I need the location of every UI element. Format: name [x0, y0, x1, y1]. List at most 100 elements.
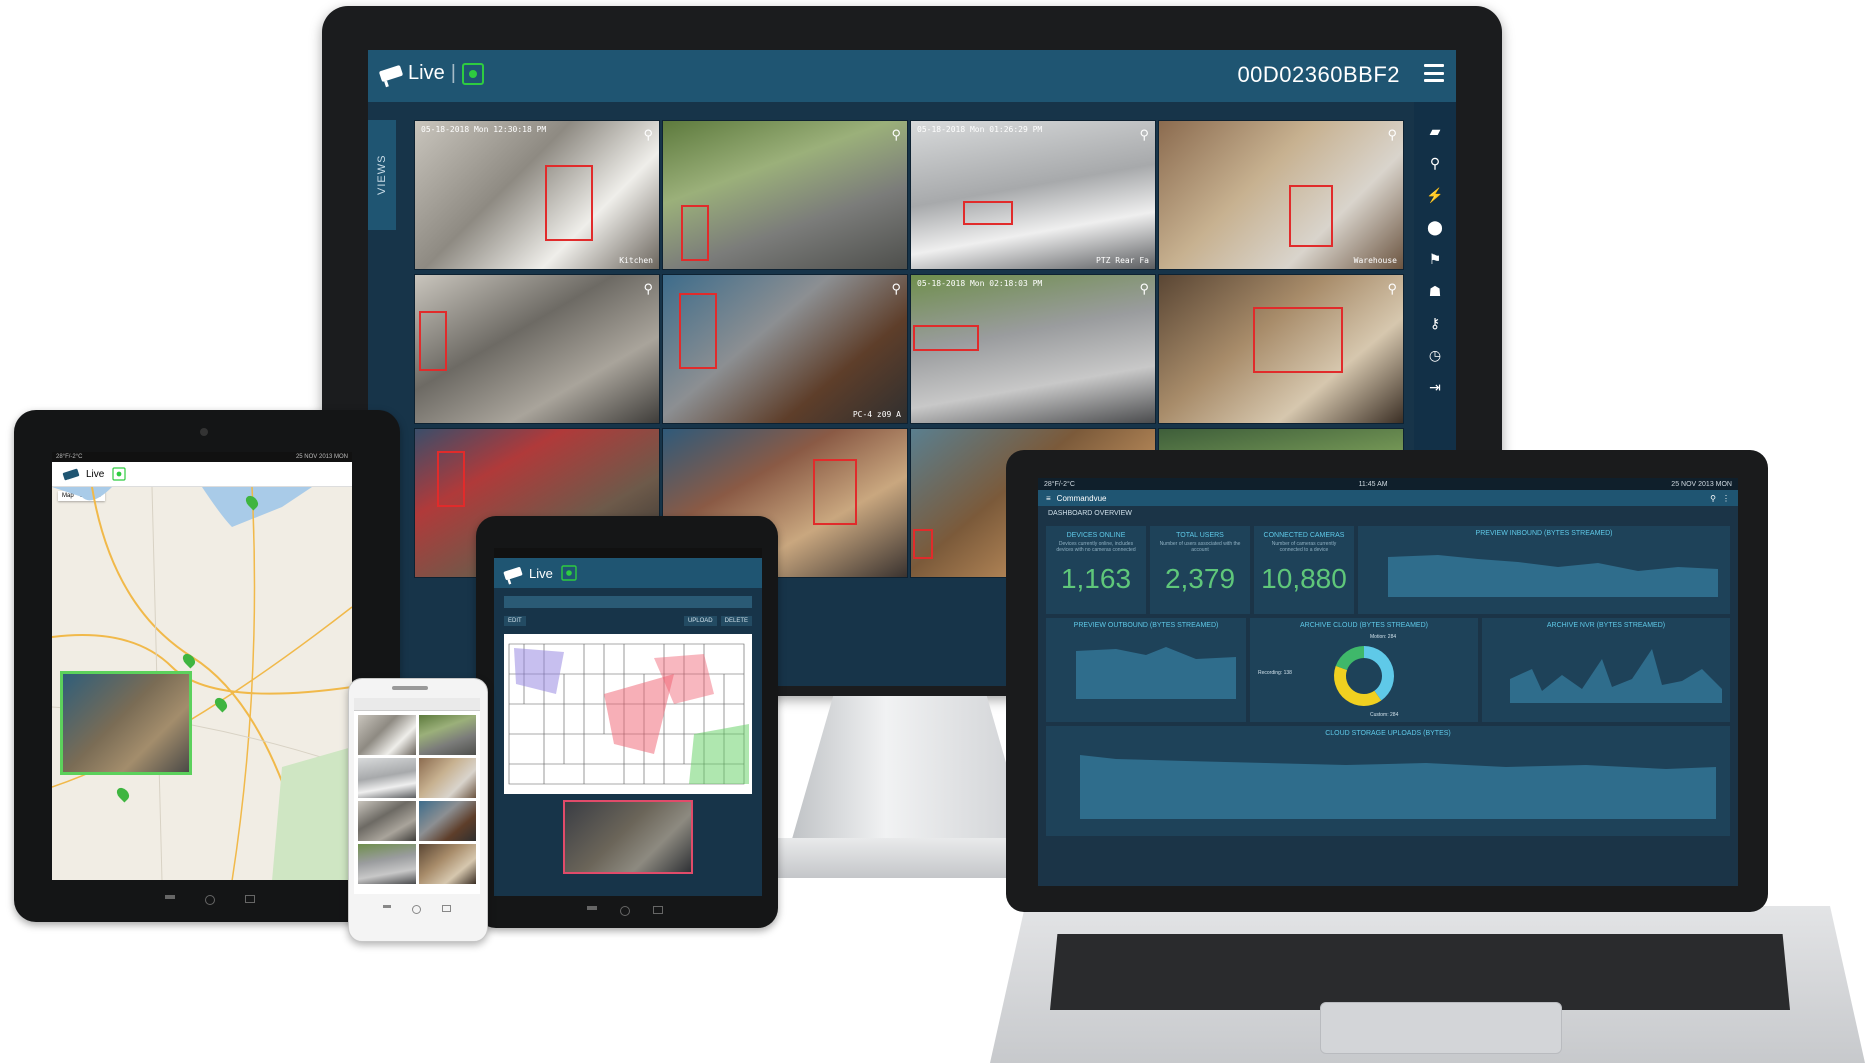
clock-icon[interactable]: ◷ — [1424, 344, 1446, 366]
camera-icon — [378, 64, 404, 83]
user-icon[interactable]: ☗ — [1424, 280, 1446, 302]
tablet-camera — [200, 428, 208, 436]
camera-tile[interactable]: ⚲ PC-4 z09 A — [662, 274, 908, 424]
recents-icon[interactable] — [245, 895, 255, 903]
camera-tile[interactable]: ⚲ 05-18-2018 Mon 12:30:18 PM Kitchen — [414, 120, 660, 270]
laptop-touchpad — [1320, 1002, 1562, 1054]
search-icon[interactable]: ⚲ — [1710, 494, 1716, 503]
phone-camera-tile[interactable] — [358, 801, 416, 841]
zoom-icon[interactable]: ⚲ — [1387, 127, 1397, 143]
chart-title: PREVIEW OUTBOUND (BYTES STREAMED) — [1073, 622, 1219, 629]
status-bar — [494, 548, 762, 558]
focus-icon — [112, 467, 126, 481]
lightning-icon[interactable]: ⚡ — [1424, 184, 1446, 206]
home-icon[interactable] — [619, 906, 630, 916]
phone-camera-tile[interactable] — [358, 758, 416, 798]
camera-tile[interactable]: ⚲ — [414, 274, 660, 424]
map-view[interactable]: Map Satellite — [52, 487, 352, 880]
delete-button[interactable]: DELETE — [720, 616, 752, 626]
phone-camera-tile[interactable] — [418, 844, 476, 884]
home-icon[interactable] — [205, 895, 215, 905]
back-icon[interactable] — [586, 906, 597, 910]
hamburger-menu-icon[interactable] — [1424, 64, 1444, 82]
camera-preview-popup[interactable] — [563, 800, 693, 874]
app-name: Live — [408, 62, 445, 84]
app-header: Live | 00D02360BBF2 — [368, 50, 1456, 102]
detection-box — [913, 325, 979, 351]
phone-app-header — [354, 698, 480, 711]
donut-segment-custom — [1334, 665, 1382, 706]
phone-camera-tile[interactable] — [358, 844, 416, 884]
donut-segment-recording — [1335, 646, 1364, 670]
status-bar: 28°F/-2°C 25 NOV 2013 MON — [52, 452, 352, 462]
map-pin-icon[interactable]: ⬤ — [1424, 216, 1446, 238]
area-chart — [1510, 649, 1722, 703]
chart-archive-cloud: ARCHIVE CLOUD (BYTES STREAMED) Motion: 2… — [1250, 618, 1478, 722]
map-app-header: Live — [52, 462, 352, 487]
device-id: 00D02360BBF2 — [1237, 62, 1400, 87]
phone-camera-tile[interactable] — [418, 715, 476, 755]
zoom-icon[interactable]: ⚲ — [1387, 281, 1397, 297]
phone-camera-tile[interactable] — [358, 715, 416, 755]
upload-button[interactable]: UPLOAD — [683, 616, 717, 626]
flag-icon[interactable]: ⚑ — [1424, 248, 1446, 270]
zoom-icon[interactable]: ⚲ — [1139, 281, 1149, 297]
back-icon[interactable] — [165, 895, 175, 899]
chart-title: CLOUD STORAGE UPLOADS (BYTES) — [1325, 730, 1451, 737]
phone-speaker — [392, 686, 428, 690]
phone-screen — [354, 698, 480, 894]
camera-label: PC-4 z09 A — [852, 410, 901, 419]
zoom-icon[interactable]: ⚲ — [1139, 127, 1149, 143]
zoom-icon[interactable]: ⚲ — [643, 281, 653, 297]
app-title: Commandvue — [1056, 493, 1107, 503]
android-nav-bar — [575, 906, 675, 916]
back-icon[interactable] — [382, 905, 391, 908]
home-icon[interactable] — [411, 905, 421, 914]
date-status: 25 NOV 2013 MON — [1671, 480, 1732, 488]
search-icon[interactable]: ⚲ — [1424, 152, 1446, 174]
zoom-icon[interactable]: ⚲ — [891, 127, 901, 143]
zoom-icon[interactable]: ⚲ — [891, 281, 901, 297]
laptop-keyboard — [1050, 934, 1790, 1010]
menu-icon[interactable]: ≡ — [1046, 494, 1051, 503]
floor-plan[interactable] — [504, 634, 752, 794]
views-tab[interactable]: VIEWS — [368, 120, 396, 230]
zoom-icon[interactable]: ⚲ — [643, 127, 653, 143]
camera-tile[interactable]: ⚲ — [662, 120, 908, 270]
detection-box — [963, 201, 1013, 225]
key-icon[interactable]: ⚷ — [1424, 312, 1446, 334]
chart-preview-outbound: PREVIEW OUTBOUND (BYTES STREAMED) — [1046, 618, 1246, 722]
recents-icon[interactable] — [653, 906, 664, 914]
android-nav-bar — [150, 895, 270, 905]
weather-status: 28°F/-2°C — [1044, 480, 1075, 488]
monitor-stand — [790, 696, 1030, 846]
tablet-left-screen: 28°F/-2°C25 NOV 2013 MON Live Map Satell… — [52, 452, 352, 880]
focus-icon — [561, 565, 577, 581]
chart-title: ARCHIVE NVR (BYTES STREAMED) — [1546, 622, 1666, 629]
recents-icon[interactable] — [442, 905, 452, 912]
edit-button[interactable]: EDIT — [504, 616, 526, 626]
donut-segment-motion — [1364, 646, 1394, 701]
exit-icon[interactable]: ⇥ — [1424, 376, 1446, 398]
camera-preview-popup[interactable] — [60, 671, 192, 775]
app-logo[interactable]: Live | — [378, 62, 484, 85]
camera-tile[interactable]: ⚲ 05-18-2018 Mon 02:18:03 PM — [910, 274, 1156, 424]
kpi-value: 10,880 — [1261, 563, 1347, 594]
camera-tile[interactable]: ⚲ Warehouse — [1158, 120, 1404, 270]
kpi-title: TOTAL USERS — [1176, 532, 1224, 539]
camera-tile[interactable]: ⚲ — [1158, 274, 1404, 424]
camera-icon[interactable]: ▰ — [1424, 120, 1446, 142]
more-icon[interactable]: ⋮ — [1722, 494, 1730, 503]
camera-tile[interactable]: ⚲ 05-18-2018 Mon 01:26:29 PM PTZ Rear Fa — [910, 120, 1156, 270]
status-bar: 28°F/-2°C 11:45 AM 25 NOV 2013 MON — [1038, 478, 1738, 490]
phone-camera-tile[interactable] — [418, 758, 476, 798]
camera-label: Kitchen — [619, 256, 653, 265]
kpi-value: 1,163 — [1060, 563, 1132, 594]
detection-box — [913, 529, 933, 559]
phone-camera-tile[interactable] — [418, 801, 476, 841]
area-chart — [1076, 647, 1236, 699]
chart-archive-nvr: ARCHIVE NVR (BYTES STREAMED) — [1482, 618, 1730, 722]
camera-timestamp: 05-18-2018 Mon 02:18:03 PM — [917, 279, 1043, 288]
kpi-subtitle: Devices currently online, includes devic… — [1056, 541, 1136, 553]
camera-timestamp: 05-18-2018 Mon 12:30:18 PM — [421, 125, 547, 134]
